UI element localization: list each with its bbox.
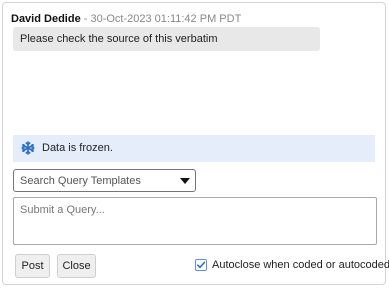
- snowflake-icon: [21, 141, 35, 155]
- frozen-banner: Data is frozen.: [13, 135, 375, 162]
- query-input[interactable]: [13, 197, 377, 245]
- query-panel: David Dedide - 30-Oct-2023 01:11:42 PM P…: [2, 2, 389, 285]
- autoclose-label: Autoclose when coded or autocoded: [212, 259, 389, 271]
- query-template-select[interactable]: Search Query Templates: [13, 169, 196, 192]
- chevron-down-icon: [180, 178, 190, 184]
- comment-text: Please check the source of this verbatim: [13, 27, 320, 51]
- comment-timestamp: 30-Oct-2023 01:11:42 PM PDT: [90, 13, 242, 25]
- autoclose-option[interactable]: Autoclose when coded or autocoded: [195, 259, 389, 271]
- comment-header: David Dedide - 30-Oct-2023 01:11:42 PM P…: [11, 13, 241, 25]
- checkmark-icon: [196, 261, 206, 269]
- autoclose-checkbox[interactable]: [195, 259, 207, 271]
- comment-author: David Dedide: [11, 13, 81, 25]
- post-button[interactable]: Post: [15, 254, 50, 278]
- frozen-banner-text: Data is frozen.: [42, 142, 113, 154]
- query-template-placeholder: Search Query Templates: [20, 175, 141, 187]
- close-button[interactable]: Close: [57, 254, 96, 278]
- comment-separator: -: [80, 13, 91, 25]
